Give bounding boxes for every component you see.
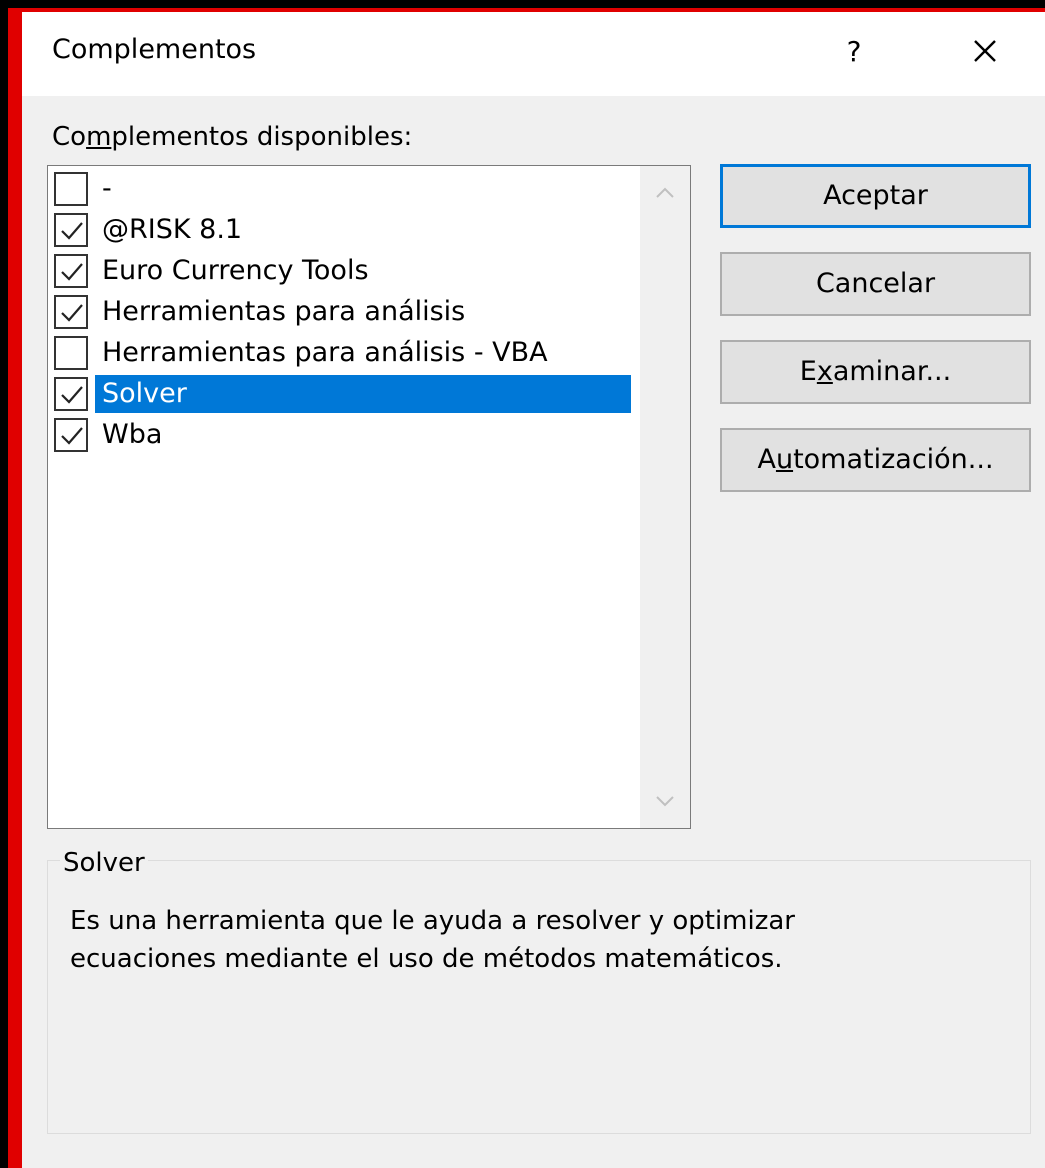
checkmark-icon xyxy=(61,386,83,404)
available-addins-label: Complementos disponibles: xyxy=(52,122,412,152)
addin-label: Herramientas para análisis xyxy=(102,296,466,327)
addins-dialog: Complementos ? Complementos disponibles:… xyxy=(22,12,1045,1168)
available-label-suffix: plementos disponibles: xyxy=(111,122,413,152)
list-item[interactable]: Euro Currency Tools xyxy=(50,250,640,290)
addin-label: - xyxy=(102,173,112,204)
details-title: Solver xyxy=(60,848,148,878)
addin-checkbox[interactable] xyxy=(54,418,88,452)
vertical-scrollbar[interactable] xyxy=(640,166,690,828)
automation-label-accesskey: u xyxy=(775,444,794,475)
addin-checkbox[interactable] xyxy=(54,254,88,288)
addin-checkbox[interactable] xyxy=(54,336,88,370)
list-item[interactable]: Solver xyxy=(50,373,640,413)
automation-label-suffix: tomatización... xyxy=(793,444,994,475)
browse-label-prefix: E xyxy=(799,356,817,387)
list-item[interactable]: Herramientas para análisis xyxy=(50,291,640,331)
addin-checkbox[interactable] xyxy=(54,213,88,247)
list-item[interactable]: - xyxy=(50,168,640,208)
description-line-1: Es una herramienta que le ayuda a resolv… xyxy=(70,906,795,936)
addin-label: Herramientas para análisis - VBA xyxy=(102,337,548,368)
addin-label: Wba xyxy=(102,419,163,450)
addin-label: @RISK 8.1 xyxy=(102,214,243,245)
list-item[interactable]: Herramientas para análisis - VBA xyxy=(50,332,640,372)
checkmark-icon xyxy=(61,222,83,240)
checkmark-icon xyxy=(61,427,83,445)
addin-label: Solver xyxy=(95,375,631,413)
details-description: Es una herramienta que le ayuda a resolv… xyxy=(70,902,970,978)
scroll-down-icon[interactable] xyxy=(640,778,690,824)
available-label-accesskey: m xyxy=(86,122,112,152)
list-item[interactable]: @RISK 8.1 xyxy=(50,209,640,249)
screen-background: Complementos ? Complementos disponibles:… xyxy=(0,0,1045,1168)
checkmark-icon xyxy=(61,304,83,322)
addin-checkbox[interactable] xyxy=(54,377,88,411)
available-label-prefix: Co xyxy=(52,122,87,152)
addins-listbox[interactable]: - @RISK 8.1 Euro Currency Tools Herramienta… xyxy=(47,165,691,829)
addin-label: Euro Currency Tools xyxy=(102,255,369,286)
addin-checkbox[interactable] xyxy=(54,172,88,206)
dialog-title: Complementos xyxy=(52,34,257,65)
close-icon[interactable] xyxy=(962,28,1008,74)
description-line-2: ecuaciones mediante el uso de métodos ma… xyxy=(70,944,783,974)
automation-button[interactable]: Automatización... xyxy=(720,428,1031,492)
browse-button[interactable]: Examinar... xyxy=(720,340,1031,404)
checkmark-icon xyxy=(61,263,83,281)
accept-button[interactable]: Aceptar xyxy=(720,164,1031,228)
scroll-up-icon[interactable] xyxy=(640,170,690,216)
addin-checkbox[interactable] xyxy=(54,295,88,329)
cancel-button[interactable]: Cancelar xyxy=(720,252,1031,316)
help-button[interactable]: ? xyxy=(834,32,874,72)
list-item[interactable]: Wba xyxy=(50,414,640,454)
browse-label-suffix: aminar... xyxy=(832,356,952,387)
automation-label-prefix: A xyxy=(757,444,776,475)
title-bar: Complementos ? xyxy=(22,12,1045,96)
browse-label-accesskey: x xyxy=(816,356,833,387)
